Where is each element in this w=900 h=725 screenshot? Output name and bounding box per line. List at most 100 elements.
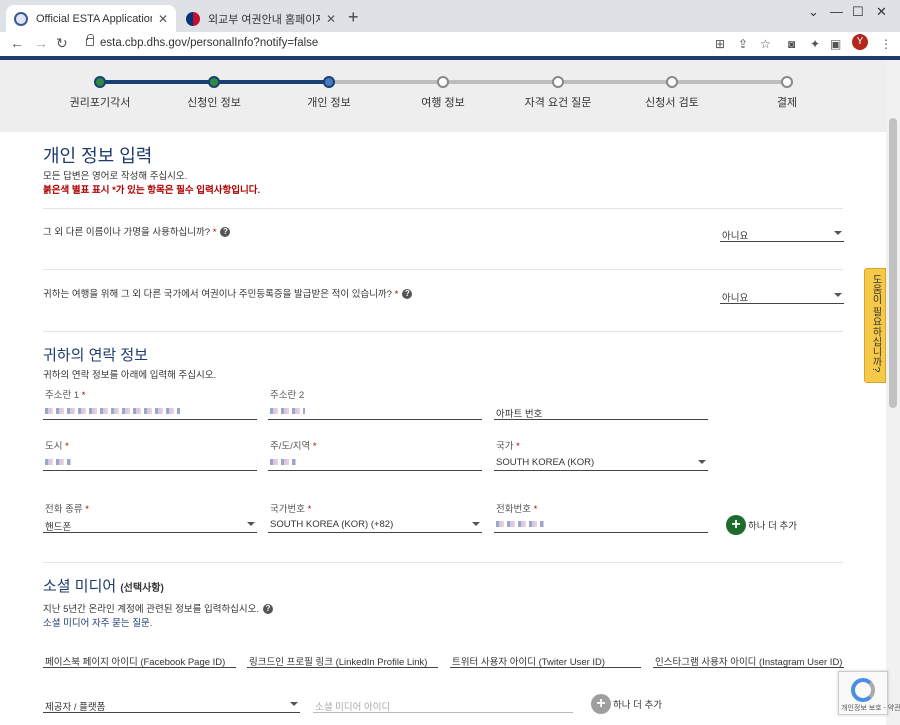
reload-button[interactable]: ↻ — [56, 35, 68, 52]
country-select[interactable]: SOUTH KOREA (KOR) — [494, 451, 708, 471]
placeholder-text: 페이스북 페이지 아이디 (Facebook Page ID) — [45, 657, 226, 668]
question-other-names: 그 외 다른 이름이나 가명을 사용하십니까? *? — [43, 224, 231, 238]
section-title-text: 소셜 미디어 — [43, 578, 117, 595]
required-note: 붉은색 별표 표시 *가 있는 항목은 필수 입력사항입니다. — [43, 185, 261, 196]
social-id-input[interactable]: 소셜 미디어 아이디 — [313, 693, 573, 713]
browser-tab-mofa[interactable]: 외교부 여권안내 홈페이지 ✕ — [178, 5, 344, 32]
help-icon[interactable]: ? — [263, 604, 274, 615]
address-bar[interactable]: esta.cbp.dhs.gov/personalInfo?notify=fal… — [80, 33, 780, 55]
sidepanel-icon[interactable]: ▣ — [830, 37, 841, 51]
apartment-input[interactable]: 아파트 번호 — [494, 400, 708, 420]
note-text: 지난 5년간 온라인 계정에 관련된 정보를 입력하십시오. — [43, 604, 260, 615]
redacted-value — [270, 457, 296, 468]
close-tab-icon[interactable]: ✕ — [326, 12, 336, 26]
phone-input[interactable] — [494, 513, 708, 533]
new-tab-button[interactable]: + — [348, 7, 359, 28]
maximize-button[interactable]: ☐ — [852, 4, 864, 20]
dropdown-arrow-icon — [290, 702, 298, 706]
translate-icon[interactable]: ⊞ — [715, 37, 725, 51]
dhs-seal-icon — [14, 11, 28, 26]
bookmark-star-icon[interactable]: ☆ — [760, 37, 771, 51]
state-input[interactable] — [268, 451, 482, 471]
tab-title: 외교부 여권안내 홈페이지 — [208, 13, 320, 26]
linkedin-input[interactable]: 링크드인 프로필 링크 (LinkedIn Profile Link) — [247, 648, 438, 668]
add-more-label: 하나 더 추가 — [748, 521, 797, 532]
address1-input[interactable] — [43, 400, 257, 420]
extensions-icon[interactable]: ✦ — [810, 37, 820, 51]
social-section-title: 소셜 미디어 (선택사항) — [43, 575, 164, 596]
city-label: 도시 * — [45, 441, 69, 452]
chevron-down-icon[interactable]: ⌄ — [808, 4, 819, 20]
menu-kebab-icon[interactable]: ⋮ — [880, 37, 892, 51]
forward-button[interactable]: → — [34, 35, 48, 51]
plus-icon: + — [591, 694, 611, 714]
camera-icon[interactable]: ◙ — [788, 37, 795, 51]
other-passport-select[interactable]: 아니요 — [720, 284, 844, 304]
select-value: 아니요 — [722, 293, 749, 304]
close-tab-icon[interactable]: ✕ — [158, 12, 168, 26]
add-more-label: 하나 더 추가 — [613, 700, 662, 711]
step-label: 결제 — [776, 97, 798, 109]
step-label: 자격 요건 질문 — [524, 97, 592, 109]
page-content: 권리포기각서 신청인 정보 개인 정보 여행 정보 자격 요건 질문 신청서 검… — [0, 60, 886, 725]
page-title: 개인 정보 입력 — [43, 146, 153, 166]
other-names-select[interactable]: 아니요 — [720, 222, 844, 242]
city-input[interactable] — [43, 451, 257, 471]
recaptcha-icon — [851, 678, 875, 702]
step-label: 권리포기각서 — [69, 97, 131, 109]
placeholder-text: 소셜 미디어 아이디 — [315, 702, 391, 713]
divider — [43, 331, 843, 332]
step-dot — [437, 76, 449, 88]
divider — [43, 269, 843, 270]
help-icon[interactable]: ? — [220, 227, 231, 238]
page-scrollbar[interactable] — [886, 60, 900, 725]
placeholder-text: 링크드인 프로필 링크 (LinkedIn Profile Link) — [249, 657, 428, 668]
address2-label: 주소란 2 — [270, 390, 305, 401]
step-label: 신청인 정보 — [187, 97, 241, 109]
redacted-value — [45, 406, 180, 417]
phone-type-select[interactable]: 핸드폰 — [43, 513, 257, 533]
step-dot — [552, 76, 564, 88]
placeholder-text: 아파트 번호 — [496, 409, 543, 420]
tab-title: Official ESTA Application Websi — [36, 12, 152, 25]
redacted-value — [45, 457, 71, 468]
taegeuk-icon — [186, 11, 200, 26]
select-value: SOUTH KOREA (KOR) (+82) — [270, 519, 394, 530]
dropdown-arrow-icon — [834, 293, 842, 297]
provider-select[interactable]: 제공자 / 플랫폼 — [43, 693, 300, 713]
select-value: 제공자 / 플랫폼 — [45, 702, 106, 713]
state-label: 주/도/지역 * — [270, 441, 317, 452]
plus-icon: + — [726, 515, 746, 535]
help-side-tab[interactable]: 도움이 필요하십니까? — [864, 268, 886, 383]
help-icon[interactable]: ? — [402, 289, 413, 300]
recaptcha-badge[interactable]: 개인정보 보호 - 약관 — [838, 671, 900, 715]
contact-section-title: 귀하의 연락 정보 — [43, 347, 148, 364]
minimize-button[interactable]: — — [830, 4, 843, 19]
country-code-select[interactable]: SOUTH KOREA (KOR) (+82) — [268, 513, 482, 533]
add-social-button[interactable]: + 하나 더 추가 — [591, 694, 662, 714]
lock-icon — [86, 34, 94, 46]
twitter-input[interactable]: 트위터 사용자 아이디 (Twiter User ID) — [450, 648, 641, 668]
share-icon[interactable]: ⇪ — [738, 37, 748, 51]
divider — [43, 562, 843, 563]
instagram-input[interactable]: 인스타그램 사용자 아이디 (Instagram User ID) — [653, 648, 844, 668]
facebook-input[interactable]: 페이스북 페이지 아이디 (Facebook Page ID) — [43, 648, 236, 668]
social-faq-link[interactable]: 소셜 미디어 자주 묻는 질문. — [43, 615, 152, 629]
back-button[interactable]: ← — [10, 35, 24, 51]
dropdown-arrow-icon — [698, 460, 706, 464]
dropdown-arrow-icon — [247, 522, 255, 526]
profile-avatar[interactable]: Y — [852, 34, 868, 50]
step-label: 개인 정보 — [307, 97, 351, 109]
step-dot — [781, 76, 793, 88]
browser-tab-esta[interactable]: Official ESTA Application Websi ✕ — [6, 5, 176, 32]
address2-input[interactable] — [268, 400, 482, 420]
recaptcha-text[interactable]: 개인정보 보호 - 약관 — [841, 703, 900, 713]
redacted-value — [270, 406, 305, 417]
scrollbar-thumb[interactable] — [889, 118, 897, 408]
dropdown-arrow-icon — [834, 231, 842, 235]
optional-tag: (선택사항) — [120, 583, 164, 594]
select-value: 핸드폰 — [45, 522, 72, 533]
step-dot — [323, 76, 335, 88]
close-window-button[interactable]: ✕ — [876, 4, 887, 20]
add-phone-button[interactable]: + 하나 더 추가 — [726, 515, 797, 535]
